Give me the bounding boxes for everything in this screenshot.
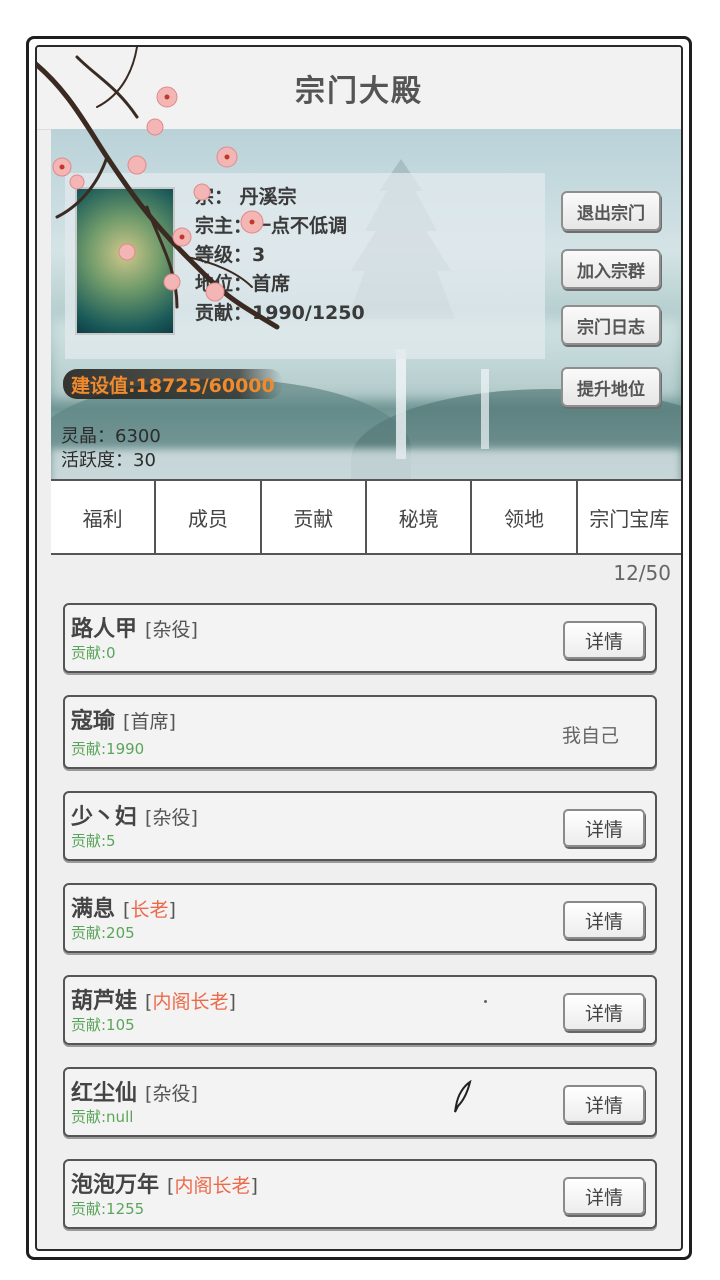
detail-button[interactable]: 详情 xyxy=(563,809,645,847)
tab-treasury[interactable]: 宗门宝库 xyxy=(578,481,681,553)
detail-button[interactable]: 详情 xyxy=(563,1085,645,1123)
member-name: 葫芦娃 xyxy=(71,989,138,1014)
member-rank: [内阁长老] xyxy=(145,991,236,1013)
detail-button[interactable]: 详情 xyxy=(563,993,645,1031)
tab-contribution[interactable]: 贡献 xyxy=(262,481,367,553)
spirit-crystal: 灵晶：6300 xyxy=(61,426,161,447)
construction-value: 建设值:18725/60000 xyxy=(63,369,283,399)
member-contribution: 贡献:205 xyxy=(71,924,135,942)
member-list: 路人甲 [杂役] 贡献:0 详情 寇瑜 [首席] 贡献:1990 我自己 少丶妇 [杂… xyxy=(63,603,657,1249)
activity: 活跃度：30 xyxy=(61,450,156,471)
tab-secret-realm[interactable]: 秘境 xyxy=(367,481,473,553)
member-contribution: 贡献:5 xyxy=(71,832,116,850)
promote-button[interactable]: 提升地位 xyxy=(561,367,661,407)
speck xyxy=(484,1000,487,1003)
title-bar: 宗门大殿 xyxy=(37,47,681,130)
member-row: 葫芦娃 [内阁长老] 贡献:105 详情 xyxy=(63,975,657,1045)
tab-territory[interactable]: 领地 xyxy=(472,481,578,553)
leave-sect-button[interactable]: 退出宗门 xyxy=(561,191,661,231)
member-row: 少丶妇 [杂役] 贡献:5 详情 xyxy=(63,791,657,861)
member-rank: [长老] xyxy=(123,899,176,921)
member-row: 泡泡万年 [内阁长老] 贡献:1255 详情 xyxy=(63,1159,657,1229)
member-rank: [杂役] xyxy=(145,807,198,829)
feather-cursor-icon xyxy=(454,1080,472,1113)
sect-log-button[interactable]: 宗门日志 xyxy=(561,305,661,345)
tab-welfare[interactable]: 福利 xyxy=(51,481,157,553)
member-contribution: 贡献:1255 xyxy=(71,1200,145,1218)
member-contribution: 贡献:0 xyxy=(71,644,116,662)
detail-button[interactable]: 详情 xyxy=(563,901,645,939)
sect-contribution: 贡献：1990/1250 xyxy=(195,302,365,324)
member-rank: [杂役] xyxy=(145,1083,198,1105)
sect-position: 地位：首席 xyxy=(195,273,291,295)
member-name: 寇瑜 xyxy=(71,709,116,734)
tab-bar: 福利 成员 贡献 秘境 领地 宗门宝库 xyxy=(51,479,681,555)
member-row: 路人甲 [杂役] 贡献:0 详情 xyxy=(63,603,657,673)
detail-button[interactable]: 详情 xyxy=(563,1177,645,1215)
sect-info-lines: 宗： 丹溪宗 宗主：一点不低调 等级：3 地位：首席 贡献：1990/1250 xyxy=(195,183,525,328)
sect-level: 等级：3 xyxy=(195,244,266,266)
member-name: 满息 xyxy=(71,897,116,922)
window-frame: 宗门大殿 宗： 丹溪宗 宗主：一点不低调 等级：3 地位：首席 贡献：1990/… xyxy=(26,36,692,1260)
member-contribution: 贡献:1990 xyxy=(71,740,145,758)
member-contribution: 贡献:null xyxy=(71,1108,134,1126)
sect-name: 宗： 丹溪宗 xyxy=(195,186,297,208)
member-name: 泡泡万年 xyxy=(71,1173,160,1198)
member-rank: [杂役] xyxy=(145,619,198,641)
join-group-button[interactable]: 加入宗群 xyxy=(561,249,661,289)
member-name: 路人甲 xyxy=(71,617,138,642)
member-rank: [首席] xyxy=(123,711,176,733)
sect-hall-panel: 宗门大殿 宗： 丹溪宗 宗主：一点不低调 等级：3 地位：首席 贡献：1990/… xyxy=(35,45,683,1251)
sect-banner: 宗： 丹溪宗 宗主：一点不低调 等级：3 地位：首席 贡献：1990/1250 … xyxy=(51,129,681,479)
resources: 灵晶：6300 活跃度：30 xyxy=(61,425,161,473)
member-name: 少丶妇 xyxy=(71,805,138,830)
member-row: 满息 [长老] 贡献:205 详情 xyxy=(63,883,657,953)
sect-info-panel: 宗： 丹溪宗 宗主：一点不低调 等级：3 地位：首席 贡献：1990/1250 xyxy=(65,173,545,359)
sect-avatar xyxy=(75,187,175,335)
member-rank: [内阁长老] xyxy=(167,1175,258,1197)
self-label: 我自己 xyxy=(561,725,619,747)
construction-value-text: 建设值:18725/60000 xyxy=(71,374,275,397)
member-contribution: 贡献:105 xyxy=(71,1016,135,1034)
member-count: 12/50 xyxy=(613,561,671,585)
detail-button[interactable]: 详情 xyxy=(563,621,645,659)
member-row-self: 寇瑜 [首席] 贡献:1990 我自己 xyxy=(63,695,657,769)
member-row: 红尘仙 [杂役] 贡献:null 详情 xyxy=(63,1067,657,1137)
tab-members[interactable]: 成员 xyxy=(156,481,262,553)
member-name: 红尘仙 xyxy=(71,1081,138,1106)
sect-master: 宗主：一点不低调 xyxy=(195,215,348,237)
page-title: 宗门大殿 xyxy=(295,74,423,109)
